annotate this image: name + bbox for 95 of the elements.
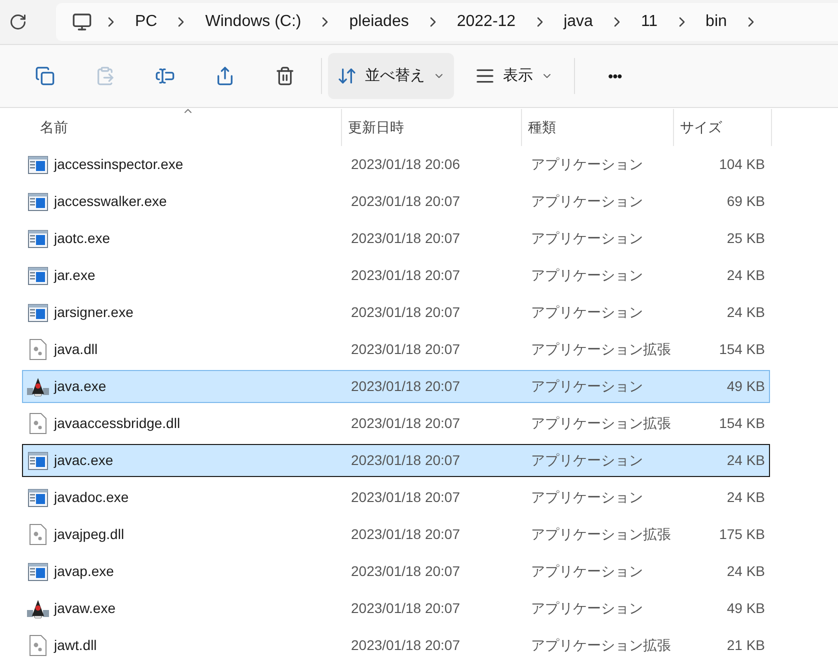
- file-size: 104 KB: [718, 155, 766, 174]
- application-window-icon: [28, 266, 48, 284]
- modified-date: 2023/01/18 20:07: [350, 266, 461, 285]
- modified-date: 2023/01/18 20:07: [350, 599, 461, 618]
- breadcrumb-item[interactable]: java: [558, 10, 598, 34]
- file-size: 69 KB: [726, 192, 766, 211]
- file-size: 24 KB: [726, 266, 766, 285]
- breadcrumb-item[interactable]: PC: [130, 10, 162, 34]
- address-bar[interactable]: PC Windows (C:) pleiades 2022-12 java 11 bin: [56, 3, 838, 41]
- file-name: jawt.dll: [54, 636, 97, 655]
- sort-button[interactable]: 並べ替え: [328, 53, 454, 99]
- application-window-icon: [28, 562, 48, 580]
- trash-icon: [275, 66, 295, 86]
- column-header[interactable]: 更新日時: [342, 109, 522, 146]
- file-size: 25 KB: [726, 229, 766, 248]
- file-name: jaotc.exe: [54, 229, 110, 248]
- application-window-icon: [28, 452, 48, 470]
- view-button[interactable]: 表示: [460, 53, 568, 99]
- modified-date: 2023/01/18 20:07: [350, 229, 461, 248]
- file-type: アプリケーション拡張: [530, 414, 672, 433]
- file-name: jaccessinspector.exe: [54, 155, 184, 174]
- column-header[interactable]: 種類: [522, 109, 674, 146]
- modified-date: 2023/01/18 20:07: [350, 303, 461, 322]
- file-type: アプリケーション: [530, 599, 644, 618]
- file-name: jaccesswalker.exe: [54, 192, 167, 211]
- breadcrumb-item[interactable]: Windows (C:): [200, 10, 306, 34]
- breadcrumb-item[interactable]: 11: [636, 10, 663, 34]
- breadcrumb-item[interactable]: 2022-12: [452, 10, 521, 34]
- file-type: アプリケーション拡張: [530, 525, 672, 544]
- file-size: 49 KB: [726, 377, 766, 396]
- mascot-icon: [27, 376, 49, 396]
- refresh-icon: [9, 13, 27, 31]
- file-name: javac.exe: [54, 451, 114, 470]
- gear-document-icon: [29, 413, 47, 434]
- modified-date: 2023/01/18 20:07: [350, 525, 461, 544]
- file-row[interactable]: java.exe 2023/01/18 20:07 アプリケーション 49 KB: [22, 370, 770, 403]
- file-name: javajpeg.dll: [54, 525, 124, 544]
- file-name: javap.exe: [54, 562, 114, 581]
- modified-date: 2023/01/18 20:07: [350, 636, 461, 655]
- modified-date: 2023/01/18 20:07: [350, 340, 461, 359]
- file-size: 154 KB: [718, 414, 766, 433]
- modified-date: 2023/01/18 20:07: [350, 192, 461, 211]
- file-type: アプリケーション: [530, 229, 644, 248]
- column-header[interactable]: サイズ: [674, 109, 772, 146]
- modified-date: 2023/01/18 20:07: [350, 562, 461, 581]
- application-window-icon: [28, 488, 48, 506]
- modified-date: 2023/01/18 20:07: [350, 451, 461, 470]
- rename-icon: [155, 66, 175, 86]
- modified-date: 2023/01/18 20:07: [350, 377, 461, 396]
- column-header[interactable]: 名前: [22, 109, 342, 146]
- file-type: アプリケーション: [530, 451, 644, 470]
- file-name: javadoc.exe: [54, 488, 129, 507]
- file-type: アプリケーション: [530, 155, 644, 174]
- file-size: 24 KB: [726, 562, 766, 581]
- file-size: 49 KB: [726, 599, 766, 618]
- modified-date: 2023/01/18 20:06: [350, 155, 461, 174]
- application-window-icon: [28, 230, 48, 248]
- file-type: アプリケーション: [530, 303, 644, 322]
- file-type: アプリケーション: [530, 377, 644, 396]
- application-window-icon: [28, 304, 48, 322]
- gear-document-icon: [29, 339, 47, 360]
- breadcrumb-item[interactable]: pleiades: [344, 10, 414, 34]
- file-name: jar.exe: [54, 266, 96, 285]
- file-name: jarsigner.exe: [54, 303, 134, 322]
- gear-document-icon: [29, 524, 47, 545]
- sort-icon: [337, 66, 357, 86]
- file-name: java.exe: [54, 377, 106, 396]
- file-type: アプリケーション拡張: [530, 636, 672, 655]
- file-type: アプリケーション: [530, 488, 644, 507]
- file-size: 24 KB: [726, 488, 766, 507]
- file-type: アプリケーション: [530, 266, 644, 285]
- file-row[interactable]: javac.exe 2023/01/18 20:07 アプリケーション 24 KB: [22, 444, 770, 477]
- file-size: 24 KB: [726, 451, 766, 470]
- copy-icon: [35, 66, 55, 86]
- file-name: javaw.exe: [54, 599, 116, 618]
- file-name: javaaccessbridge.dll: [54, 414, 180, 433]
- modified-date: 2023/01/18 20:07: [350, 488, 461, 507]
- mascot-icon: [27, 598, 49, 618]
- breadcrumb-item[interactable]: bin: [700, 10, 732, 34]
- application-window-icon: [28, 192, 48, 210]
- file-type: アプリケーション: [530, 192, 644, 211]
- paste-icon: [95, 66, 115, 86]
- share-icon: [215, 66, 235, 86]
- more-button[interactable]: •••: [585, 53, 645, 99]
- file-type: アプリケーション拡張: [530, 340, 672, 359]
- file-type: アプリケーション: [530, 562, 644, 581]
- computer-icon: [72, 12, 92, 32]
- file-size: 175 KB: [718, 525, 766, 544]
- modified-date: 2023/01/18 20:07: [350, 414, 461, 433]
- file-size: 24 KB: [726, 303, 766, 322]
- application-window-icon: [28, 156, 48, 174]
- file-size: 154 KB: [718, 340, 766, 359]
- file-name: java.dll: [54, 340, 98, 359]
- gear-document-icon: [29, 635, 47, 656]
- file-size: 21 KB: [726, 636, 766, 655]
